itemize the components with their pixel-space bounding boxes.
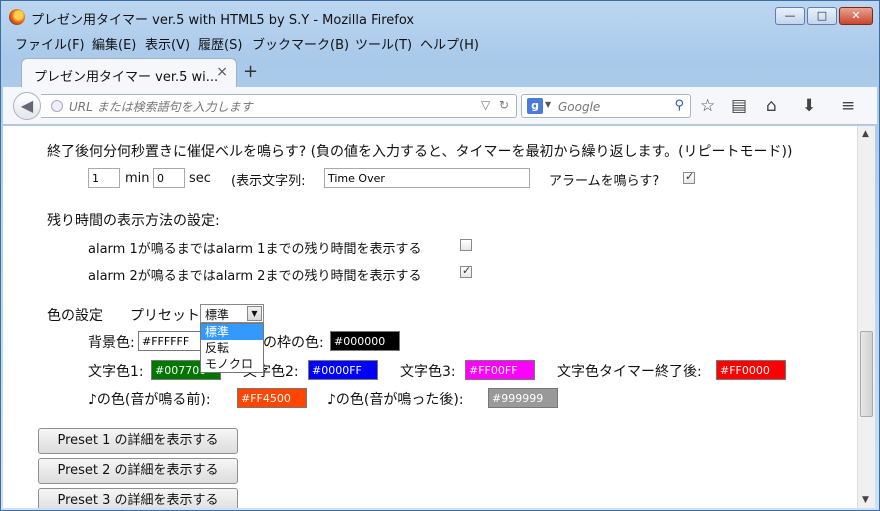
preset-label: プリセット — [130, 308, 200, 324]
display-option1-checkbox[interactable] — [460, 239, 472, 251]
menu-bookmarks[interactable]: ブックマーク(B) — [252, 34, 349, 53]
download-icon[interactable]: ⬇ — [802, 96, 816, 116]
menu-hamburger-icon[interactable]: ≡ — [841, 96, 855, 116]
menu-view[interactable]: 表示(V) — [145, 34, 190, 53]
text-color-end-label: 文字色タイマー終了後: — [557, 364, 702, 380]
preset-option-mono[interactable]: モノクロ — [201, 356, 263, 372]
display-option1-label: alarm 1が鳴るまではalarm 1までの残り時間を表示する — [88, 242, 422, 257]
border-color-input[interactable]: #000000 — [330, 331, 400, 351]
text-color2-input[interactable]: #0000FF — [308, 360, 378, 380]
preset-select[interactable]: 標準 ▼ — [200, 304, 264, 323]
bg-color-label: 背景色: — [88, 335, 135, 351]
close-button[interactable]: ✕ — [839, 7, 873, 25]
display-text-input[interactable] — [324, 168, 530, 188]
browser-window: プレゼン用タイマー ver.5 with HTML5 by S.Y - Mozi… — [0, 0, 880, 511]
search-box[interactable]: g ▼ ⚲ — [521, 94, 691, 118]
bookmark-star-icon[interactable]: ☆ — [700, 96, 715, 116]
text-color3-input[interactable]: #FF00FF — [465, 360, 535, 380]
chevron-down-icon[interactable]: ▼ — [247, 306, 262, 321]
note-color-after-input[interactable]: #999999 — [488, 388, 558, 408]
tab-label: プレゼン用タイマー ver.5 wi... — [34, 70, 219, 85]
preset-option-invert[interactable]: 反転 — [201, 340, 263, 356]
preset-option-standard[interactable]: 標準 — [201, 324, 263, 340]
alarm-checkbox[interactable] — [683, 170, 695, 184]
text-color1-label: 文字色1: — [88, 364, 144, 380]
url-bar[interactable]: ▽ ↻ — [41, 94, 517, 118]
firefox-logo-icon — [9, 9, 25, 25]
display-text-label: (表示文字列: — [231, 174, 306, 189]
preset-selected-value: 標準 — [205, 308, 230, 322]
new-tab-button[interactable]: + — [243, 61, 258, 82]
maximize-button[interactable]: □ — [807, 7, 837, 25]
menu-file[interactable]: ファイル(F) — [15, 34, 85, 53]
text-color3-label: 文字色3: — [400, 364, 456, 380]
reading-list-icon[interactable]: ▤ — [731, 96, 747, 116]
dropdown-arrow-icon[interactable]: ▽ — [481, 98, 490, 112]
tab-strip: プレゼン用タイマー ver.5 wi... × + — [1, 55, 879, 87]
title-bar: プレゼン用タイマー ver.5 with HTML5 by S.Y - Mozi… — [1, 1, 879, 31]
alarm-label: アラームを鳴らす? — [549, 174, 660, 189]
page-content: 終了後何分何秒置きに催促ベルを鳴らす? (負の値を入力すると、タイマーを最初から… — [3, 126, 857, 508]
tab-close-icon[interactable]: × — [216, 64, 228, 80]
border-color-label: の枠の色: — [263, 335, 324, 351]
minimize-button[interactable]: — — [775, 7, 805, 25]
preset1-details-button[interactable]: Preset 1 の詳細を表示する — [38, 428, 238, 454]
reload-icon[interactable]: ↻ — [499, 98, 509, 112]
menu-history[interactable]: 履歴(S) — [198, 34, 242, 53]
search-input[interactable] — [558, 98, 668, 115]
note-color-before-input[interactable]: #FF4500 — [237, 388, 307, 408]
note-color-before-label: ♪の色(音が鳴る前): — [88, 392, 211, 408]
menu-edit[interactable]: 編集(E) — [92, 34, 136, 53]
menu-bar: ファイル(F) 編集(E) 表示(V) 履歴(S) ブックマーク(B) ツール(… — [1, 31, 879, 53]
repeat-sec-input[interactable] — [153, 168, 185, 188]
back-arrow-icon[interactable]: ◀ — [13, 92, 41, 120]
google-icon[interactable]: g — [527, 98, 543, 114]
repeat-min-input[interactable] — [88, 168, 120, 188]
note-color-after-label: ♪の色(音が鳴った後): — [327, 392, 464, 408]
display-option2-checkbox[interactable] — [460, 264, 472, 278]
home-icon[interactable]: ⌂ — [766, 96, 777, 116]
menu-help[interactable]: ヘルプ(H) — [420, 34, 479, 53]
display-heading: 残り時間の表示方法の設定: — [47, 213, 220, 229]
search-icon[interactable]: ⚲ — [674, 98, 684, 113]
scroll-up-icon[interactable]: ▲ — [862, 129, 869, 139]
menu-tools[interactable]: ツール(T) — [355, 34, 412, 53]
globe-icon — [51, 100, 63, 112]
preset2-details-button[interactable]: Preset 2 の詳細を表示する — [38, 458, 238, 484]
repeat-heading: 終了後何分何秒置きに催促ベルを鳴らす? (負の値を入力すると、タイマーを最初から… — [47, 144, 793, 160]
window-title: プレゼン用タイマー ver.5 with HTML5 by S.Y - Mozi… — [31, 13, 415, 28]
sec-unit: sec — [189, 171, 211, 186]
scroll-down-icon[interactable]: ▼ — [862, 495, 869, 505]
engine-dropdown-icon[interactable]: ▼ — [545, 100, 551, 109]
nav-bar: ◀ ▽ ↻ g ▼ ⚲ ☆ ▤ ⌂ ⬇ ≡ — [3, 87, 877, 125]
preset-dropdown: 標準 反転 モノクロ — [200, 323, 264, 373]
scroll-thumb[interactable] — [860, 331, 873, 417]
preset3-details-button[interactable]: Preset 3 の詳細を表示する — [38, 488, 238, 508]
vertical-scrollbar[interactable]: ▲ ▼ — [857, 126, 875, 508]
text-color-end-input[interactable]: #FF0000 — [716, 360, 786, 380]
color-heading: 色の設定 — [47, 308, 103, 324]
url-input[interactable] — [69, 98, 469, 115]
min-unit: min — [125, 171, 150, 186]
tab-active[interactable]: プレゼン用タイマー ver.5 wi... × — [21, 58, 237, 87]
display-option2-label: alarm 2が鳴るまではalarm 2までの残り時間を表示する — [88, 269, 422, 284]
